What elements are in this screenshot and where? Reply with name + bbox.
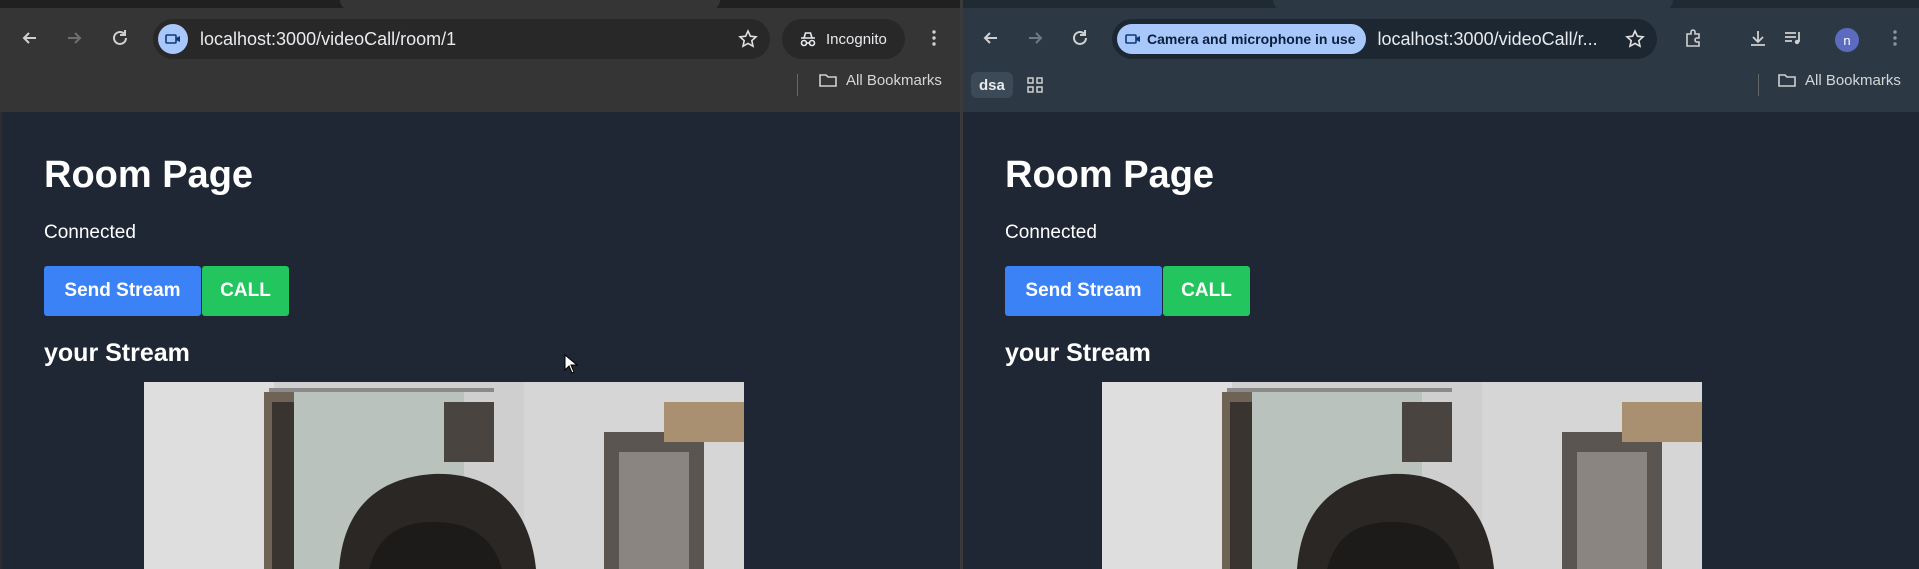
star-icon[interactable] <box>1625 29 1645 49</box>
forward-icon[interactable] <box>60 24 88 52</box>
left-browser-window: localhost:3000/videoCall/room/1 Incognit… <box>0 0 960 569</box>
apps-grid-icon[interactable] <box>1021 71 1049 99</box>
incognito-badge[interactable]: Incognito <box>782 19 905 59</box>
call-button[interactable]: CALL <box>1163 266 1250 316</box>
reload-icon[interactable] <box>106 24 134 52</box>
right-browser-window: Camera and microphone in use localhost:3… <box>963 0 1919 569</box>
stream-heading: your Stream <box>1005 339 1151 367</box>
profile-avatar[interactable]: n <box>1835 28 1859 52</box>
bookmark-separator <box>797 74 798 96</box>
back-icon[interactable] <box>977 24 1005 52</box>
camera-chip-label: Camera and microphone in use <box>1147 31 1356 47</box>
download-icon[interactable] <box>1744 24 1772 52</box>
connection-status: Connected <box>44 222 136 243</box>
menu-kebab-icon[interactable] <box>1881 24 1909 52</box>
all-bookmarks-label: All Bookmarks <box>846 71 942 89</box>
media-controls-icon[interactable] <box>1779 24 1807 52</box>
room-page: Room Page Connected Send Stream CALL you… <box>0 112 960 569</box>
bookmark-separator <box>1758 74 1759 96</box>
star-icon[interactable] <box>738 29 758 49</box>
page-title: Room Page <box>44 154 254 196</box>
bookmark-folder-dsa[interactable]: dsa <box>971 72 1013 98</box>
browser-toolbar: Camera and microphone in use localhost:3… <box>963 0 1919 112</box>
camera-mic-in-use-chip[interactable]: Camera and microphone in use <box>1117 24 1366 54</box>
all-bookmarks-button[interactable]: All Bookmarks <box>1777 70 1901 90</box>
incognito-label: Incognito <box>826 30 887 48</box>
browser-toolbar: localhost:3000/videoCall/room/1 Incognit… <box>0 0 960 112</box>
stream-heading: your Stream <box>44 339 190 367</box>
active-tab[interactable] <box>340 0 720 10</box>
send-stream-button[interactable]: Send Stream <box>1005 266 1162 316</box>
incognito-icon <box>800 32 816 47</box>
all-bookmarks-button[interactable]: All Bookmarks <box>818 70 942 90</box>
camera-icon <box>1125 34 1140 44</box>
mouse-cursor-icon <box>564 354 578 374</box>
active-tab[interactable] <box>1273 0 1673 10</box>
camera-icon[interactable] <box>158 24 188 54</box>
room-page: Room Page Connected Send Stream CALL you… <box>963 112 1919 569</box>
menu-kebab-icon[interactable] <box>920 24 948 52</box>
connection-status: Connected <box>1005 222 1097 243</box>
forward-icon[interactable] <box>1021 24 1049 52</box>
call-button[interactable]: CALL <box>202 266 289 316</box>
all-bookmarks-label: All Bookmarks <box>1805 71 1901 89</box>
send-stream-button[interactable]: Send Stream <box>44 266 201 316</box>
address-bar[interactable]: Camera and microphone in use localhost:3… <box>1112 19 1657 59</box>
page-title: Room Page <box>1005 154 1215 196</box>
url-text[interactable]: localhost:3000/videoCall/room/1 <box>200 29 456 50</box>
extensions-icon[interactable] <box>1679 24 1707 52</box>
reload-icon[interactable] <box>1066 24 1094 52</box>
folder-icon <box>1778 74 1796 87</box>
folder-icon <box>819 74 837 87</box>
back-icon[interactable] <box>16 24 44 52</box>
local-video-stream <box>144 382 744 569</box>
address-bar[interactable]: localhost:3000/videoCall/room/1 <box>153 19 770 59</box>
url-text[interactable]: localhost:3000/videoCall/r... <box>1378 29 1598 50</box>
local-video-stream <box>1102 382 1702 569</box>
